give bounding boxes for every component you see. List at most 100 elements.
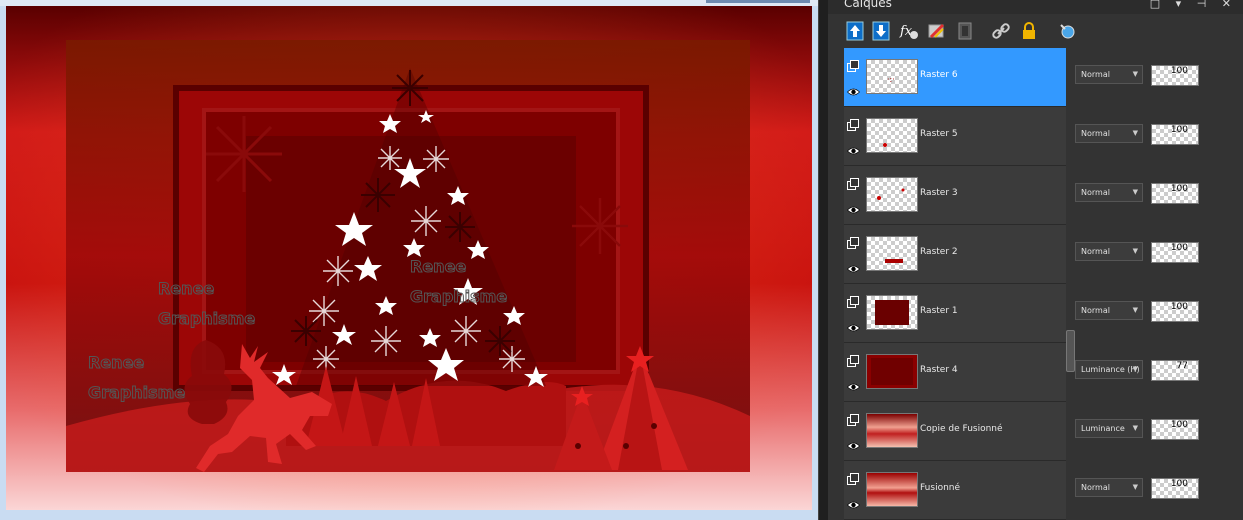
blend-mode-select[interactable]: Normal ▼ bbox=[1075, 183, 1143, 202]
eye-icon[interactable] bbox=[847, 200, 860, 214]
artwork-svg: Renee Graphisme Renee Graphisme Renee Gr… bbox=[6, 6, 812, 510]
layer-group-icon[interactable] bbox=[847, 470, 859, 485]
layer-name: Fusionné bbox=[920, 483, 961, 493]
layer-properties-row: Normal ▼ 100 bbox=[1066, 284, 1243, 343]
layer-group-icon[interactable] bbox=[847, 175, 859, 190]
layer-visibility-toggle-icon[interactable] bbox=[1056, 20, 1078, 42]
eye-icon[interactable] bbox=[847, 377, 860, 391]
eye-icon[interactable] bbox=[847, 318, 860, 332]
svg-text:·:·: ·:· bbox=[887, 75, 895, 84]
canvas-artwork[interactable]: Renee Graphisme Renee Graphisme Renee Gr… bbox=[6, 6, 812, 510]
chevron-down-icon: ▼ bbox=[1132, 129, 1138, 137]
blend-mode-value: Luminance bbox=[1081, 424, 1125, 433]
layer-name: Raster 5 bbox=[920, 129, 958, 139]
blend-mode-select[interactable]: Normal ▼ bbox=[1075, 124, 1143, 143]
opacity-value: 100 bbox=[1170, 302, 1188, 312]
layer-row[interactable]: ·:· Raster 6 bbox=[844, 48, 1066, 107]
layer-row[interactable]: Fusionné bbox=[844, 461, 1066, 520]
blend-mode-select[interactable]: Normal ▼ bbox=[1075, 65, 1143, 84]
chevron-down-icon: ▼ bbox=[1132, 247, 1138, 255]
chevron-down-icon: ▼ bbox=[1132, 306, 1138, 314]
layers-toolbar: fx bbox=[828, 14, 1243, 48]
eye-icon[interactable] bbox=[847, 141, 860, 155]
eye-icon[interactable] bbox=[847, 82, 860, 96]
layer-thumbnail: ·:· bbox=[866, 59, 918, 94]
opacity-field[interactable]: 100 bbox=[1151, 124, 1199, 145]
panel-window-controls[interactable]: □ ▾ ⊣ ✕ bbox=[1150, 0, 1237, 10]
new-vector-layer-icon[interactable] bbox=[870, 20, 892, 42]
layer-name: Copie de Fusionné bbox=[920, 424, 1003, 434]
opacity-value: 77 bbox=[1176, 361, 1188, 371]
eye-icon[interactable] bbox=[847, 495, 860, 509]
layer-group-icon[interactable] bbox=[847, 57, 859, 72]
blend-mode-select[interactable]: Normal ▼ bbox=[1075, 301, 1143, 320]
lock-layer-icon[interactable] bbox=[1018, 20, 1040, 42]
blend-mode-value: Luminance (H) bbox=[1081, 365, 1140, 374]
watermark-1-line1: Renee bbox=[158, 279, 214, 298]
chevron-down-icon: ▼ bbox=[1132, 70, 1138, 78]
layer-thumbnail bbox=[866, 354, 918, 389]
layer-row[interactable]: Copie de Fusionné bbox=[844, 402, 1066, 461]
blend-mode-select[interactable]: Normal ▼ bbox=[1075, 478, 1143, 497]
layer-group-icon[interactable] bbox=[847, 234, 859, 249]
layer-properties-row: Normal ▼ 100 bbox=[1066, 225, 1243, 284]
layer-thumbnail bbox=[866, 177, 918, 212]
opacity-field[interactable]: 100 bbox=[1151, 419, 1199, 440]
blend-mode-value: Normal bbox=[1081, 70, 1110, 79]
layer-group-icon[interactable] bbox=[847, 411, 859, 426]
watermark-3-line1: Renee bbox=[410, 257, 466, 276]
layer-name: Raster 6 bbox=[920, 70, 958, 80]
blend-mode-select[interactable]: Luminance ▼ bbox=[1075, 419, 1143, 438]
layer-name: Raster 2 bbox=[920, 247, 958, 257]
panel-title: Calques bbox=[844, 0, 892, 10]
adjustment-layer-icon[interactable] bbox=[926, 20, 948, 42]
layer-properties-row: Normal ▼ 100 bbox=[1066, 48, 1243, 107]
layer-thumbnail bbox=[866, 236, 918, 271]
opacity-field[interactable]: 100 bbox=[1151, 242, 1199, 263]
opacity-field[interactable]: 100 bbox=[1151, 478, 1199, 499]
opacity-field[interactable]: 100 bbox=[1151, 65, 1199, 86]
layer-properties-row: Normal ▼ 100 bbox=[1066, 166, 1243, 225]
opacity-field[interactable]: 77 bbox=[1151, 360, 1199, 381]
watermark-2-line2: Graphisme bbox=[88, 383, 185, 402]
layer-group-icon[interactable] bbox=[847, 352, 859, 367]
layer-row[interactable]: Raster 5 bbox=[844, 107, 1066, 166]
opacity-value: 100 bbox=[1170, 479, 1188, 489]
layer-group-icon[interactable] bbox=[847, 116, 859, 131]
link-layer-icon[interactable] bbox=[990, 20, 1012, 42]
layer-properties-row: Luminance (H) ▼ 77 bbox=[1066, 343, 1243, 402]
eye-icon[interactable] bbox=[847, 259, 860, 273]
layer-style-icon[interactable]: fx bbox=[898, 20, 920, 42]
panel-splitter-handle[interactable] bbox=[1066, 330, 1075, 372]
blend-mode-select[interactable]: Luminance (H) ▼ bbox=[1075, 360, 1143, 379]
layer-row[interactable]: Raster 1 bbox=[844, 284, 1066, 343]
blend-mode-select[interactable]: Normal ▼ bbox=[1075, 242, 1143, 261]
canvas-window[interactable]: Renee Graphisme Renee Graphisme Renee Gr… bbox=[0, 0, 818, 520]
layer-name: Raster 3 bbox=[920, 188, 958, 198]
layer-list: ·:· Raster 6 Raster 5 Raster 3 Raster 2 Raste… bbox=[844, 48, 1066, 520]
layers-panel: Calques □ ▾ ⊣ ✕ fx ·:· Raster 6 Raster 5 Ra… bbox=[828, 0, 1243, 520]
chevron-down-icon: ▼ bbox=[1132, 424, 1138, 432]
layer-thumbnail bbox=[866, 295, 918, 330]
layer-row[interactable]: Raster 3 bbox=[844, 166, 1066, 225]
opacity-field[interactable]: 100 bbox=[1151, 301, 1199, 322]
opacity-value: 100 bbox=[1170, 125, 1188, 135]
opacity-value: 100 bbox=[1170, 420, 1188, 430]
blend-mode-value: Normal bbox=[1081, 129, 1110, 138]
layer-properties-list: Normal ▼ 100 Normal ▼ 100 Normal ▼ 100 Normal ▼ 100… bbox=[1066, 48, 1243, 520]
eye-icon[interactable] bbox=[847, 436, 860, 450]
opacity-field[interactable]: 100 bbox=[1151, 183, 1199, 204]
opacity-value: 100 bbox=[1170, 243, 1188, 253]
blend-mode-value: Normal bbox=[1081, 247, 1110, 256]
layer-name: Raster 4 bbox=[920, 365, 958, 375]
layer-group-icon[interactable] bbox=[847, 293, 859, 308]
snowflake-right bbox=[572, 198, 628, 254]
opacity-value: 100 bbox=[1170, 184, 1188, 194]
mask-layer-icon[interactable] bbox=[954, 20, 976, 42]
watermark-3-line2: Graphisme bbox=[410, 287, 507, 306]
layer-row[interactable]: Raster 4 bbox=[844, 343, 1066, 402]
blend-mode-value: Normal bbox=[1081, 306, 1110, 315]
new-raster-layer-icon[interactable] bbox=[844, 20, 866, 42]
layer-row[interactable]: Raster 2 bbox=[844, 225, 1066, 284]
layer-properties-row: Normal ▼ 100 bbox=[1066, 461, 1243, 520]
